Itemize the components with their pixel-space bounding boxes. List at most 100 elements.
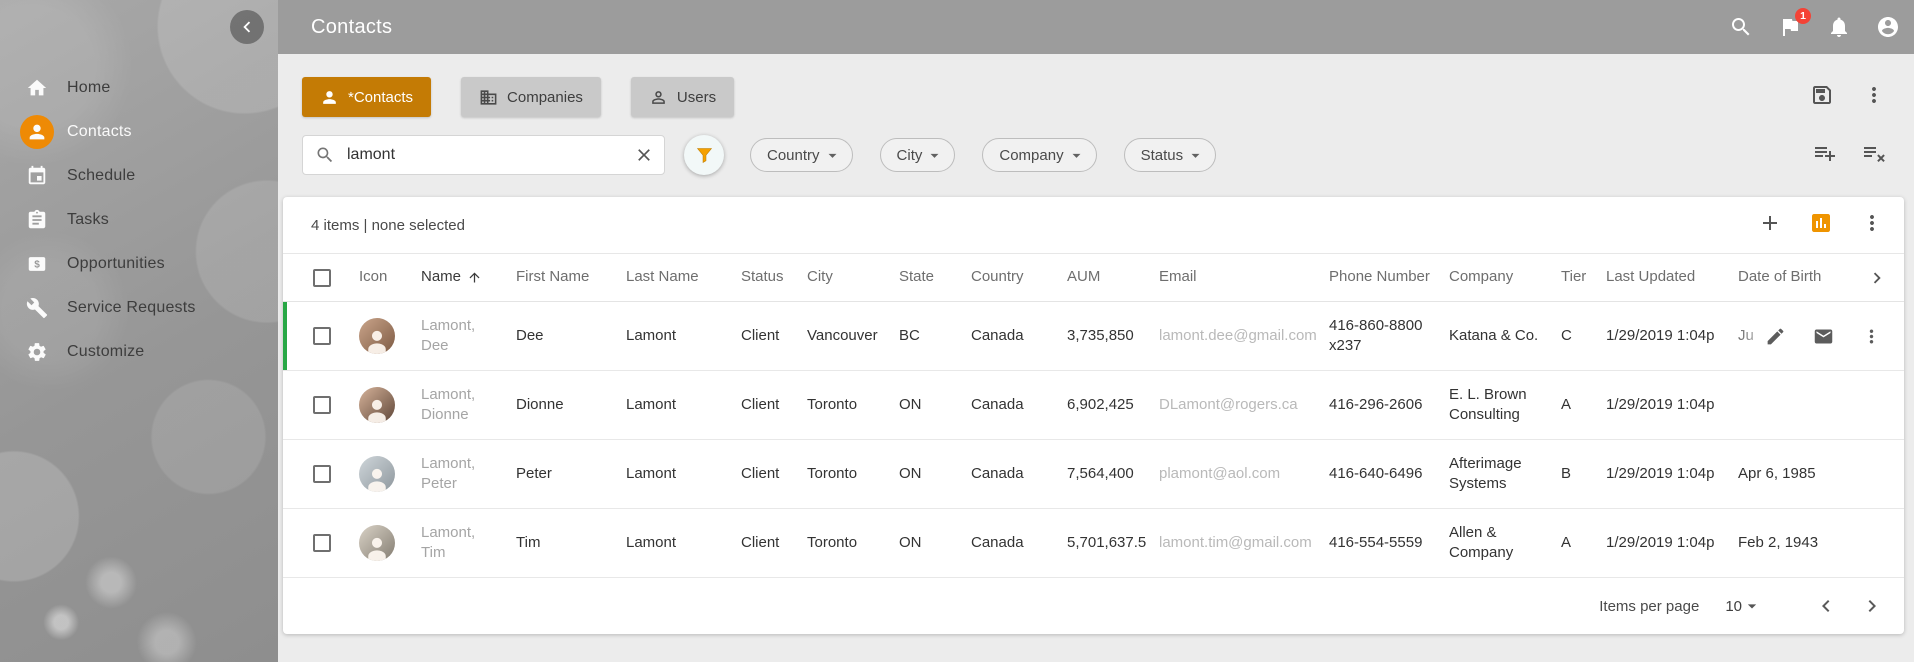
- cell-phone: 416-640-6496: [1329, 464, 1449, 484]
- previous-page-button[interactable]: [1814, 594, 1838, 618]
- next-page-button[interactable]: [1860, 594, 1884, 618]
- table-row[interactable]: Lamont, Dee Dee Lamont Client Vancouver …: [283, 302, 1904, 371]
- edit-icon[interactable]: [1765, 326, 1786, 347]
- cell-last-name: Lamont: [626, 395, 741, 415]
- sidebar-item-tasks[interactable]: Tasks: [0, 198, 278, 242]
- sidebar-nav: Home Contacts Schedule Tasks $ Opportuni…: [0, 66, 278, 374]
- column-header-aum[interactable]: AUM: [1067, 267, 1159, 287]
- toolbar-more-icon[interactable]: [1862, 83, 1886, 112]
- save-icon[interactable]: [1810, 83, 1834, 112]
- filter-chip-status[interactable]: Status: [1124, 138, 1217, 172]
- bell-icon[interactable]: [1827, 15, 1851, 39]
- select-all-checkbox[interactable]: [313, 269, 331, 287]
- contact-avatar: [359, 456, 395, 492]
- row-more-icon[interactable]: [1861, 326, 1882, 347]
- tabs-row: *Contacts Companies Users: [302, 77, 1900, 117]
- cell-phone: 416-554-5559: [1329, 533, 1449, 553]
- column-header-status[interactable]: Status: [741, 267, 807, 287]
- sidebar-item-contacts[interactable]: Contacts: [0, 110, 278, 154]
- row-checkbox[interactable]: [313, 465, 331, 483]
- cell-tier: B: [1561, 464, 1606, 484]
- tab-companies[interactable]: Companies: [461, 77, 601, 117]
- column-header-phone[interactable]: Phone Number: [1329, 267, 1449, 287]
- search-icon[interactable]: [1729, 15, 1753, 39]
- tab-label: Users: [677, 89, 716, 106]
- clear-search-icon[interactable]: [634, 145, 654, 165]
- clear-sort-icon[interactable]: [1862, 141, 1886, 170]
- cell-status: Client: [741, 326, 807, 346]
- search-box[interactable]: [302, 135, 665, 175]
- filter-chip-city[interactable]: City: [880, 138, 956, 172]
- scroll-columns-right-icon[interactable]: [1866, 267, 1906, 289]
- table-row[interactable]: Lamont, Peter Peter Lamont Client Toront…: [283, 440, 1904, 509]
- chip-label: Status: [1141, 147, 1184, 164]
- column-header-city[interactable]: City: [807, 267, 899, 287]
- column-header-company[interactable]: Company: [1449, 267, 1561, 287]
- add-sort-icon[interactable]: [1813, 141, 1837, 170]
- column-header-icon: Icon: [359, 267, 421, 287]
- sidebar-item-customize[interactable]: Customize: [0, 330, 278, 374]
- sidebar-item-label: Opportunities: [67, 255, 165, 273]
- column-header-dob[interactable]: Date of Birth: [1738, 267, 1866, 287]
- row-checkbox[interactable]: [313, 534, 331, 552]
- column-header-state[interactable]: State: [899, 267, 971, 287]
- cell-status: Client: [741, 533, 807, 553]
- cell-name: Lamont, Peter: [421, 454, 516, 495]
- funnel-icon: [694, 145, 715, 166]
- cell-first-name: Dionne: [516, 395, 626, 415]
- sidebar-item-schedule[interactable]: Schedule: [0, 154, 278, 198]
- tab-contacts[interactable]: *Contacts: [302, 77, 431, 117]
- cell-tier: A: [1561, 533, 1606, 553]
- filter-chip-company[interactable]: Company: [982, 138, 1096, 172]
- table-row[interactable]: Lamont, Tim Tim Lamont Client Toronto ON…: [283, 509, 1904, 578]
- cell-state: ON: [899, 395, 971, 415]
- row-checkbox[interactable]: [313, 396, 331, 414]
- sidebar-item-home[interactable]: Home: [0, 66, 278, 110]
- cell-last-updated: 1/29/2019 1:04p: [1606, 326, 1738, 346]
- email-icon[interactable]: [1813, 326, 1834, 347]
- add-contact-icon[interactable]: [1758, 211, 1782, 240]
- chip-label: City: [897, 147, 923, 164]
- chip-label: Country: [767, 147, 820, 164]
- sidebar-item-opportunities[interactable]: $ Opportunities: [0, 242, 278, 286]
- cell-dob: Feb 2, 1943: [1738, 533, 1866, 553]
- tab-users[interactable]: Users: [631, 77, 734, 117]
- sidebar-collapse-button[interactable]: [230, 10, 264, 44]
- column-header-last-updated[interactable]: Last Updated: [1606, 267, 1738, 287]
- flag-icon[interactable]: 1: [1778, 15, 1802, 39]
- page-title: Contacts: [311, 16, 392, 39]
- chart-view-icon[interactable]: [1809, 211, 1833, 240]
- table-header-row: Icon Name First Name Last Name Status Ci…: [283, 253, 1904, 302]
- account-icon[interactable]: [1876, 15, 1900, 39]
- column-header-email[interactable]: Email: [1159, 267, 1329, 287]
- cell-aum: 6,902,425: [1067, 395, 1159, 415]
- cell-email: lamont.tim@gmail.com: [1159, 533, 1329, 553]
- filters-row: Country City Company Status: [302, 135, 1900, 175]
- tab-label: *Contacts: [348, 89, 413, 106]
- search-input[interactable]: [345, 145, 634, 165]
- filter-funnel-button[interactable]: [684, 135, 724, 175]
- gear-icon: [20, 335, 54, 369]
- cell-name: Lamont, Tim: [421, 523, 516, 564]
- table-more-icon[interactable]: [1860, 211, 1884, 240]
- results-card: 4 items | none selected Icon Name First …: [283, 197, 1904, 634]
- cell-status: Client: [741, 395, 807, 415]
- sidebar-item-service-requests[interactable]: Service Requests: [0, 286, 278, 330]
- filter-chip-country[interactable]: Country: [750, 138, 853, 172]
- column-header-country[interactable]: Country: [971, 267, 1067, 287]
- cell-first-name: Dee: [516, 326, 626, 346]
- sidebar-item-label: Contacts: [67, 123, 132, 141]
- column-header-name[interactable]: Name: [421, 267, 516, 287]
- cell-aum: 5,701,637.5: [1067, 533, 1159, 553]
- row-checkbox[interactable]: [313, 327, 331, 345]
- items-per-page-select[interactable]: 10: [1725, 596, 1762, 616]
- table-row[interactable]: Lamont, Dionne Dionne Lamont Client Toro…: [283, 371, 1904, 440]
- column-header-tier[interactable]: Tier: [1561, 267, 1606, 287]
- column-header-first-name[interactable]: First Name: [516, 267, 626, 287]
- cell-email: DLamont@rogers.ca: [1159, 395, 1329, 415]
- column-header-last-name[interactable]: Last Name: [626, 267, 741, 287]
- cell-last-name: Lamont: [626, 464, 741, 484]
- tab-label: Companies: [507, 89, 583, 106]
- cell-state: BC: [899, 326, 971, 346]
- chevron-down-icon: [823, 146, 842, 165]
